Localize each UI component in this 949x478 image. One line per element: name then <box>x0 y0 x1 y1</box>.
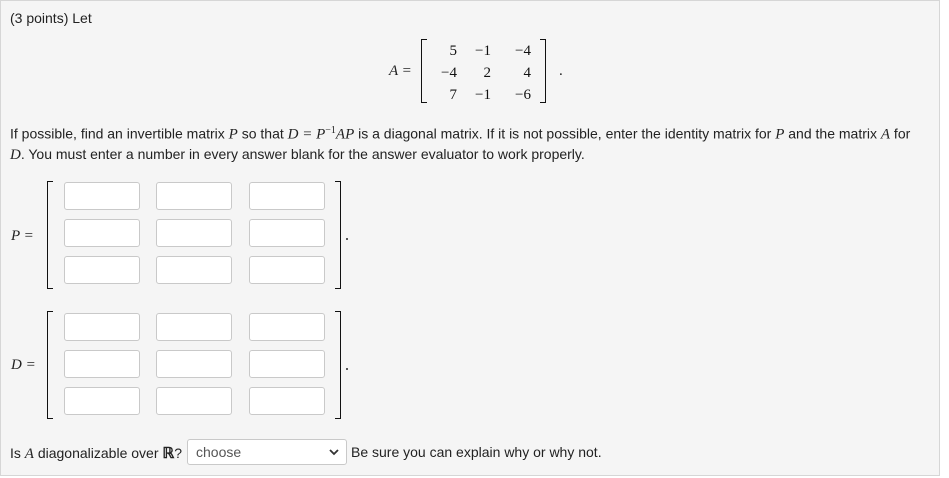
matrix-a-cell: −4 <box>515 43 531 59</box>
matrix-d-label: D = <box>11 357 36 373</box>
matrix-p-left-bracket <box>47 181 53 289</box>
d-entry-input[interactable] <box>249 313 325 341</box>
matrix-a-period: . <box>559 63 563 79</box>
p-entry-input[interactable] <box>156 182 232 210</box>
d-entry-input[interactable] <box>249 350 325 378</box>
matrix-a-cell: 4 <box>523 65 532 81</box>
d-entry-input[interactable] <box>156 313 232 341</box>
matrix-a: 5 −1 −4 −4 2 4 7 −1 −6 <box>421 39 546 103</box>
matrix-d-right-bracket <box>335 311 341 419</box>
d-entry-input[interactable] <box>64 313 140 341</box>
matrix-a-cell: 7 <box>449 87 458 103</box>
p-entry-input[interactable] <box>249 256 325 284</box>
matrix-d-period <box>346 368 348 370</box>
problem-header: (3 points) Let <box>10 10 92 26</box>
p-entry-input[interactable] <box>156 256 232 284</box>
matrix-a-right-bracket <box>540 39 546 103</box>
matrix-p-period <box>346 238 348 240</box>
p-entry-input[interactable] <box>249 219 325 247</box>
matrix-p-right-bracket <box>335 181 341 289</box>
select-value: choose <box>196 444 242 460</box>
matrix-p-label: P = <box>11 228 34 244</box>
p-entry-input[interactable] <box>64 219 140 247</box>
d-entry-input[interactable] <box>249 387 325 415</box>
p-entry-input[interactable] <box>156 219 232 247</box>
matrix-a-cell: −1 <box>475 43 491 59</box>
matrix-a-cell: 5 <box>449 43 458 59</box>
problem-panel: (3 points) Let A = 5 −1 −4 −4 2 4 7 −1 −… <box>0 0 940 476</box>
explain-hint: Be sure you can explain why or why not. <box>351 444 602 460</box>
p-entry-input[interactable] <box>249 182 325 210</box>
d-entry-input[interactable] <box>156 387 232 415</box>
d-entry-input[interactable] <box>64 350 140 378</box>
p-entry-input[interactable] <box>64 182 140 210</box>
matrix-a-cell: 2 <box>483 65 492 81</box>
matrix-d-left-bracket <box>47 311 53 419</box>
matrix-a-cell: −4 <box>441 65 457 81</box>
instructions-text: If possible, find an invertible matrix P… <box>10 125 911 163</box>
chevron-down-icon <box>328 443 340 464</box>
p-entry-input[interactable] <box>64 256 140 284</box>
d-entry-input[interactable] <box>156 350 232 378</box>
matrix-a-cell: −1 <box>475 87 491 103</box>
diagonalizable-question: Is A diagonalizable over ℝ? <box>10 445 183 462</box>
matrix-a-label: A = <box>389 63 412 79</box>
d-entry-input[interactable] <box>64 387 140 415</box>
matrix-a-cell: −6 <box>515 87 531 103</box>
diagonalizable-select[interactable]: choose <box>187 439 347 465</box>
